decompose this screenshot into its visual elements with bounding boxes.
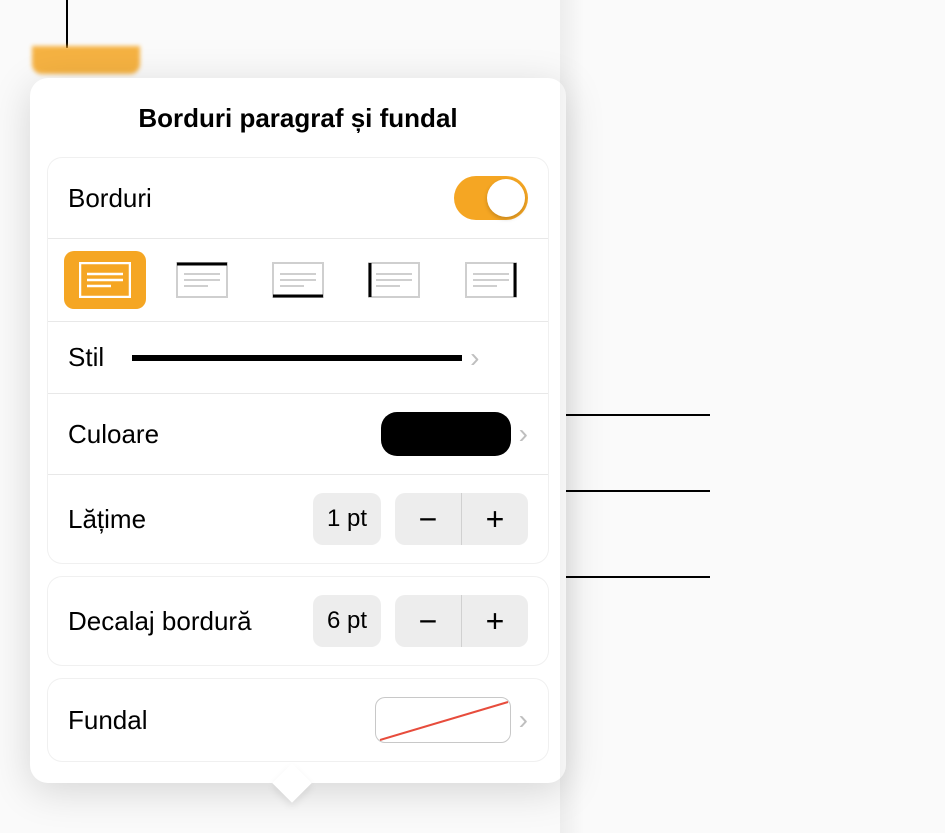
style-row[interactable]: Stil › (48, 322, 548, 394)
offset-card: Decalaj bordură 6 pt − + (48, 577, 548, 665)
width-value[interactable]: 1 pt (313, 493, 381, 545)
panel-title: Borduri paragraf și fundal (30, 78, 566, 158)
width-row: Lățime 1 pt − + (48, 475, 548, 563)
offset-stepper: − + (395, 595, 528, 647)
chevron-right-icon: › (519, 704, 528, 736)
color-swatch (381, 412, 511, 456)
border-left-button[interactable] (353, 251, 435, 309)
border-top-icon (176, 262, 228, 298)
border-all-icon (79, 262, 131, 298)
line-style-preview (132, 355, 462, 361)
chevron-right-icon: › (470, 342, 479, 374)
borders-toggle[interactable] (454, 176, 528, 220)
borders-label: Borduri (68, 183, 454, 214)
color-row[interactable]: Culoare › (48, 394, 548, 475)
border-left-icon (368, 262, 420, 298)
width-increment-button[interactable]: + (462, 493, 528, 545)
width-stepper: − + (395, 493, 528, 545)
width-decrement-button[interactable]: − (395, 493, 461, 545)
background-swatch (375, 697, 511, 743)
border-top-button[interactable] (160, 251, 242, 309)
page-right-edge (560, 0, 584, 833)
border-position-row (48, 239, 548, 322)
callout-line-top (66, 0, 68, 48)
background-row[interactable]: Fundal › (48, 679, 548, 761)
background-label: Fundal (68, 705, 375, 736)
borders-panel: Borduri paragraf și fundal Borduri (30, 78, 566, 783)
width-label: Lățime (68, 504, 313, 535)
offset-decrement-button[interactable]: − (395, 595, 461, 647)
no-fill-icon (376, 698, 512, 744)
border-right-button[interactable] (450, 251, 532, 309)
offset-increment-button[interactable]: + (462, 595, 528, 647)
borders-toggle-row: Borduri (48, 158, 548, 239)
border-bottom-button[interactable] (257, 251, 339, 309)
offset-value[interactable]: 6 pt (313, 595, 381, 647)
offset-label: Decalaj bordură (68, 606, 313, 637)
offset-row: Decalaj bordură 6 pt − + (48, 577, 548, 665)
background-card: Fundal › (48, 679, 548, 761)
border-right-icon (465, 262, 517, 298)
popover-notch (272, 763, 312, 803)
style-label: Stil (68, 342, 104, 373)
chevron-right-icon: › (519, 418, 528, 450)
border-bottom-icon (272, 262, 324, 298)
border-all-button[interactable] (64, 251, 146, 309)
borders-card: Borduri (48, 158, 548, 563)
parent-tab-indicator (32, 46, 140, 74)
color-label: Culoare (68, 419, 381, 450)
